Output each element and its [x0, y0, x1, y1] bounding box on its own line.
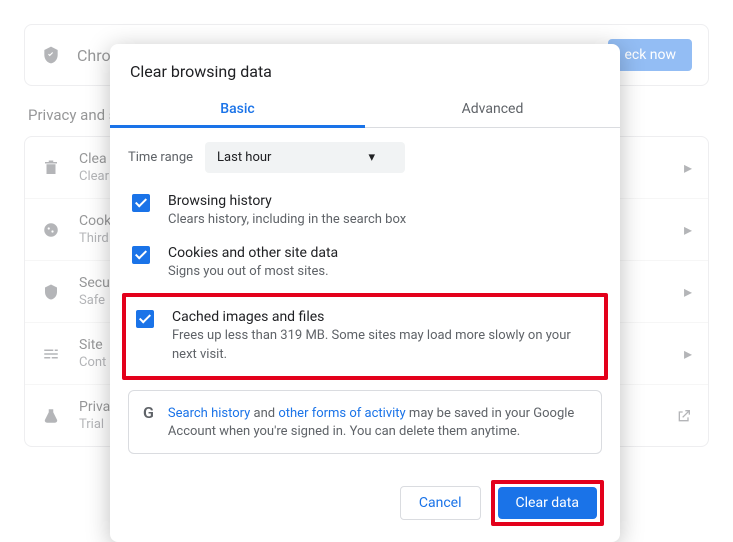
option-browsing-history: Browsing history Clears history, includi…	[128, 185, 602, 237]
option-cookies: Cookies and other site data Signs you ou…	[128, 237, 602, 289]
info-text: Search history and other forms of activi…	[168, 405, 587, 441]
dialog-tabs: Basic Advanced	[110, 91, 620, 128]
dropdown-icon: ▾	[369, 150, 376, 165]
highlight-clear-button: Clear data	[491, 480, 604, 526]
checkbox-cached-images[interactable]	[136, 310, 154, 328]
option-cached-images: Cached images and files Frees up less th…	[132, 301, 598, 371]
cancel-button[interactable]: Cancel	[400, 486, 481, 520]
google-icon: G	[143, 403, 154, 441]
checkbox-cookies[interactable]	[132, 246, 150, 264]
dialog-title: Clear browsing data	[110, 44, 620, 91]
checkbox-browsing-history[interactable]	[132, 194, 150, 212]
clear-data-button[interactable]: Clear data	[498, 487, 597, 519]
highlight-cached: Cached images and files Frees up less th…	[122, 293, 608, 379]
link-other-activity[interactable]: other forms of activity	[278, 406, 405, 421]
tab-advanced[interactable]: Advanced	[365, 91, 620, 127]
time-range-select[interactable]: Last hour ▾	[205, 142, 405, 173]
time-range-label: Time range	[128, 150, 193, 165]
link-search-history[interactable]: Search history	[168, 406, 250, 421]
google-account-info: G Search history and other forms of acti…	[128, 390, 602, 454]
tab-basic[interactable]: Basic	[110, 91, 365, 127]
clear-browsing-data-dialog: Clear browsing data Basic Advanced Time …	[110, 44, 620, 542]
